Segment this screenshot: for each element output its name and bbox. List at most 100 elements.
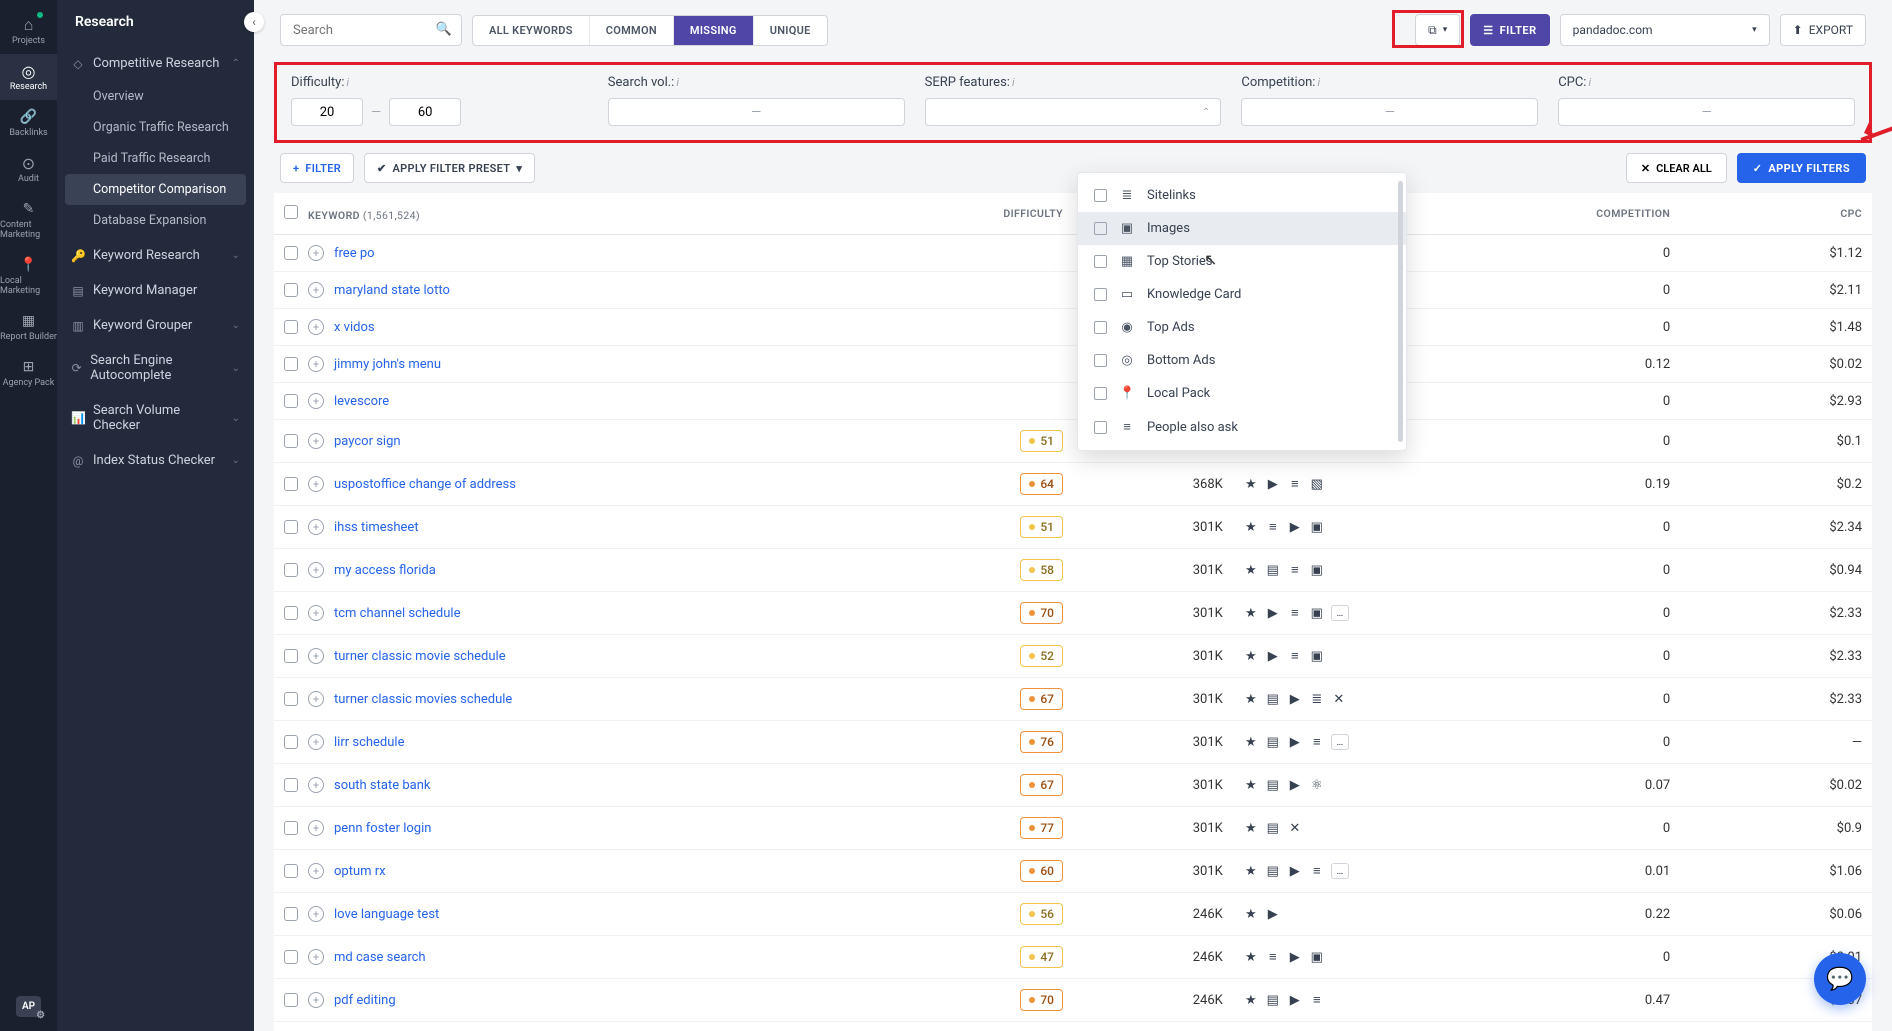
expand-icon[interactable]: + xyxy=(308,777,324,793)
expand-icon[interactable]: + xyxy=(308,906,324,922)
row-checkbox[interactable] xyxy=(284,246,298,260)
keyword-link[interactable]: jimmy john's menu xyxy=(334,357,441,372)
tab-all-keywords[interactable]: ALL KEYWORDS xyxy=(473,16,590,45)
expand-icon[interactable]: + xyxy=(308,393,324,409)
sidebar-collapse[interactable]: ‹ xyxy=(244,12,264,32)
keyword-link[interactable]: pdf editing xyxy=(334,993,396,1008)
copy-button[interactable]: ⧉▾ xyxy=(1415,14,1460,46)
rail-backlinks[interactable]: Backlinks xyxy=(0,100,57,146)
expand-icon[interactable]: + xyxy=(308,562,324,578)
dropdown-item[interactable]: ▣Images xyxy=(1078,212,1406,245)
dropdown-checkbox[interactable] xyxy=(1094,354,1107,367)
expand-icon[interactable]: + xyxy=(308,648,324,664)
tab-unique[interactable]: UNIQUE xyxy=(754,16,827,45)
keyword-link[interactable]: tcm channel schedule xyxy=(334,606,460,621)
chat-button[interactable]: 💬 xyxy=(1814,953,1866,1005)
keyword-link[interactable]: south state bank xyxy=(334,778,430,793)
row-checkbox[interactable] xyxy=(284,950,298,964)
expand-icon[interactable]: + xyxy=(308,863,324,879)
row-checkbox[interactable] xyxy=(284,778,298,792)
info-icon[interactable]: i xyxy=(346,76,349,89)
dropdown-checkbox[interactable] xyxy=(1094,255,1107,268)
keyword-link[interactable]: x vidos xyxy=(334,320,375,335)
th-competition[interactable]: COMPETITION xyxy=(1488,193,1680,235)
info-icon[interactable]: i xyxy=(1317,76,1320,89)
apply-preset-button[interactable]: ✔APPLY FILTER PRESET▾ xyxy=(364,153,535,183)
th-cpc[interactable]: CPC xyxy=(1680,193,1872,235)
nav-database-expansion[interactable]: Database Expansion xyxy=(57,205,254,236)
expand-icon[interactable]: + xyxy=(308,356,324,372)
row-checkbox[interactable] xyxy=(284,907,298,921)
row-checkbox[interactable] xyxy=(284,394,298,408)
serp-select[interactable]: ⌃ xyxy=(925,98,1222,126)
expand-icon[interactable]: + xyxy=(308,519,324,535)
info-icon[interactable]: i xyxy=(676,76,679,89)
keyword-link[interactable]: levescore xyxy=(334,394,389,409)
dropdown-item[interactable]: ◉Top Ads xyxy=(1078,311,1406,344)
dropdown-checkbox[interactable] xyxy=(1094,421,1107,434)
dropdown-checkbox[interactable] xyxy=(1094,288,1107,301)
row-checkbox[interactable] xyxy=(284,563,298,577)
nav-paid-traffic[interactable]: Paid Traffic Research xyxy=(57,143,254,174)
add-filter-button[interactable]: +FILTER xyxy=(280,153,354,183)
row-checkbox[interactable] xyxy=(284,434,298,448)
dropdown-item[interactable]: ≣Sitelinks xyxy=(1078,179,1406,212)
search-vol-input[interactable]: — xyxy=(608,98,905,126)
dropdown-item[interactable]: 📍Local Pack xyxy=(1078,377,1406,410)
th-keyword[interactable]: KEYWORD (1,561,524) xyxy=(274,193,945,235)
expand-icon[interactable]: + xyxy=(308,820,324,836)
select-all-checkbox[interactable] xyxy=(284,205,298,219)
keyword-link[interactable]: uspostoffice change of address xyxy=(334,477,516,492)
apply-filters-button[interactable]: ✓APPLY FILTERS xyxy=(1737,153,1866,183)
keyword-link[interactable]: turner classic movie schedule xyxy=(334,649,506,664)
row-checkbox[interactable] xyxy=(284,993,298,1007)
row-checkbox[interactable] xyxy=(284,692,298,706)
dropdown-item[interactable]: ◎Bottom Ads xyxy=(1078,344,1406,377)
row-checkbox[interactable] xyxy=(284,357,298,371)
nav-overview[interactable]: Overview xyxy=(57,81,254,112)
th-difficulty[interactable]: DIFFICULTY xyxy=(945,193,1073,235)
nav-search-volume[interactable]: 📊Search Volume Checker⌄ xyxy=(57,393,254,443)
expand-icon[interactable]: + xyxy=(308,319,324,335)
difficulty-to-input[interactable] xyxy=(389,98,461,126)
rail-content[interactable]: Content Marketing xyxy=(0,192,57,248)
row-checkbox[interactable] xyxy=(284,735,298,749)
domain-select[interactable]: pandadoc.com▾ xyxy=(1560,14,1770,46)
row-checkbox[interactable] xyxy=(284,320,298,334)
info-icon[interactable]: i xyxy=(1588,76,1591,89)
rail-projects[interactable]: Projects xyxy=(0,8,57,54)
keyword-link[interactable]: ihss timesheet xyxy=(334,520,419,535)
rail-avatar[interactable]: AP xyxy=(16,996,41,1017)
expand-icon[interactable]: + xyxy=(308,433,324,449)
expand-icon[interactable]: + xyxy=(308,245,324,261)
rail-local[interactable]: Local Marketing xyxy=(0,248,57,304)
nav-index-status[interactable]: @Index Status Checker⌄ xyxy=(57,443,254,478)
export-button[interactable]: ⬆EXPORT xyxy=(1780,14,1866,46)
expand-icon[interactable]: + xyxy=(308,282,324,298)
row-checkbox[interactable] xyxy=(284,864,298,878)
filter-toggle-button[interactable]: ☰FILTER xyxy=(1470,14,1549,46)
rail-audit[interactable]: Audit xyxy=(0,146,57,192)
info-icon[interactable]: i xyxy=(1012,76,1015,89)
nav-competitive-research[interactable]: ◇Competitive Research⌃ xyxy=(57,46,254,81)
dropdown-item[interactable]: ▦Top Stories xyxy=(1078,245,1406,278)
keyword-link[interactable]: love language test xyxy=(334,907,439,922)
clear-all-button[interactable]: ✕CLEAR ALL xyxy=(1626,153,1727,183)
dropdown-checkbox[interactable] xyxy=(1094,189,1107,202)
expand-icon[interactable]: + xyxy=(308,992,324,1008)
rail-report[interactable]: Report Builder xyxy=(0,304,57,350)
expand-icon[interactable]: + xyxy=(308,734,324,750)
row-checkbox[interactable] xyxy=(284,477,298,491)
row-checkbox[interactable] xyxy=(284,520,298,534)
dropdown-item[interactable]: ▭Knowledge Card xyxy=(1078,278,1406,311)
keyword-link[interactable]: lirr schedule xyxy=(334,735,404,750)
rail-agency[interactable]: Agency Pack xyxy=(0,350,57,396)
row-checkbox[interactable] xyxy=(284,649,298,663)
keyword-link[interactable]: paycor sign xyxy=(334,434,401,449)
tab-missing[interactable]: MISSING xyxy=(674,16,754,45)
keyword-link[interactable]: free po xyxy=(334,246,375,261)
dropdown-scrollbar[interactable] xyxy=(1398,181,1403,442)
expand-icon[interactable]: + xyxy=(308,605,324,621)
nav-organic-traffic[interactable]: Organic Traffic Research xyxy=(57,112,254,143)
keyword-link[interactable]: optum rx xyxy=(334,864,386,879)
